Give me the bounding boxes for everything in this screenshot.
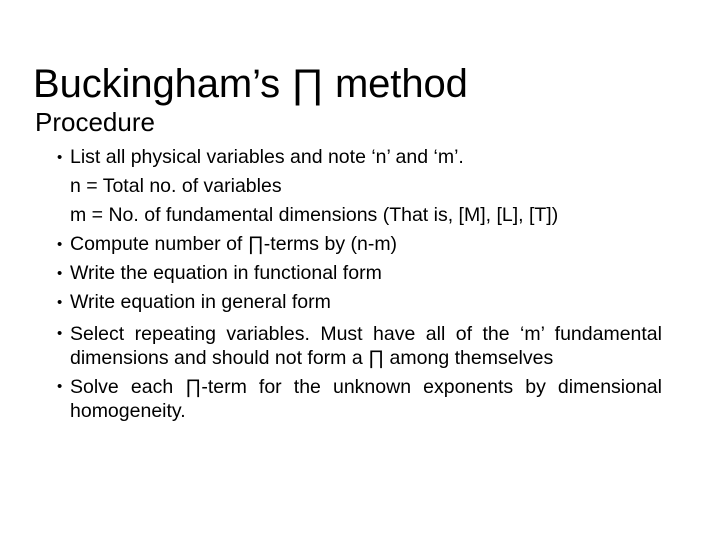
bullet-icon: • (57, 294, 63, 311)
list-subitem-text: m = No. of fundamental dimensions (That … (70, 204, 559, 226)
list-subitem: m = No. of fundamental dimensions (That … (56, 201, 662, 230)
page-subtitle: Procedure (35, 107, 155, 137)
list-item-text: Solve each ∏-term for the unknown expone… (70, 376, 662, 422)
list-item: • Write equation in general form (56, 288, 662, 317)
list-item: • Solve each ∏-term for the unknown expo… (56, 370, 662, 423)
list-item-text: Select repeating variables. Must have al… (70, 323, 662, 369)
procedure-list: • List all physical variables and note ‘… (56, 143, 662, 423)
list-item-text: Write equation in general form (70, 291, 331, 313)
bullet-icon: • (57, 149, 63, 166)
page-title: Buckingham’s ∏ method (33, 62, 468, 106)
list-item: • Select repeating variables. Must have … (56, 317, 662, 370)
list-item: • Compute number of ∏-terms by (n-m) (56, 230, 662, 259)
bullet-icon: • (57, 378, 63, 395)
list-subitem-text: n = Total no. of variables (70, 175, 282, 197)
list-item-text: List all physical variables and note ‘n’… (70, 146, 464, 168)
list-subitem: n = Total no. of variables (56, 172, 662, 201)
list-item-text: Write the equation in functional form (70, 262, 382, 284)
slide-canvas: Buckingham’s ∏ method Procedure • List a… (0, 0, 720, 540)
bullet-icon: • (57, 236, 63, 253)
list-item: • Write the equation in functional form (56, 259, 662, 288)
bullet-icon: • (57, 325, 63, 342)
list-item: • List all physical variables and note ‘… (56, 143, 662, 172)
bullet-icon: • (57, 265, 63, 282)
list-item-text: Compute number of ∏-terms by (n-m) (70, 233, 398, 255)
